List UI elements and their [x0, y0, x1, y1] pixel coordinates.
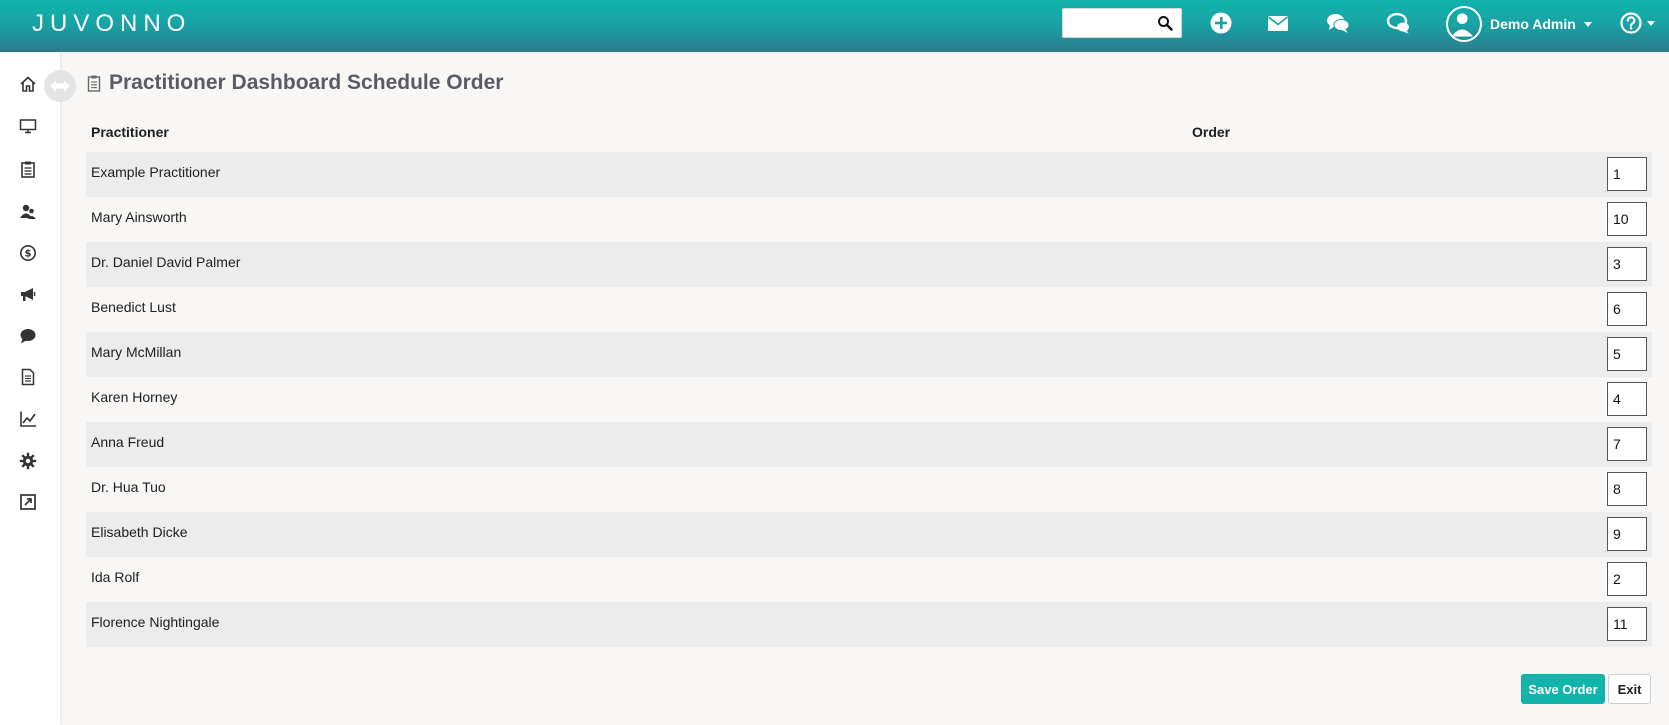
schedule-order-table: Practitioner Order Example Practitioner …	[86, 112, 1652, 647]
page-header: Practitioner Dashboard Schedule Order	[87, 68, 503, 98]
chat-icon[interactable]	[1325, 10, 1351, 36]
home-icon	[20, 76, 36, 92]
order-input[interactable]	[1607, 157, 1647, 191]
svg-text:$: $	[25, 249, 32, 260]
live-chat-icon[interactable]	[1385, 10, 1411, 36]
help-menu[interactable]	[1620, 10, 1655, 36]
clipboard-icon	[21, 161, 35, 178]
users-icon	[20, 204, 36, 219]
chevron-down-icon	[1583, 21, 1592, 27]
table-row: Karen Horney	[86, 377, 1652, 422]
order-input[interactable]	[1607, 472, 1647, 506]
practitioner-name: Anna Freud	[91, 434, 165, 450]
practitioner-name: Mary McMillan	[91, 344, 182, 360]
table-row: Example Practitioner	[86, 152, 1652, 197]
sidebar-item-marketing[interactable]	[17, 283, 39, 305]
sidebar-item-home[interactable]	[17, 73, 39, 95]
user-name: Demo Admin	[1490, 16, 1576, 32]
clipboard-icon	[87, 75, 101, 92]
save-order-button[interactable]: Save Order	[1521, 674, 1605, 704]
sidebar-item-documents[interactable]	[17, 366, 39, 388]
column-header-order: Order	[1192, 124, 1231, 140]
speech-bubble-icon	[20, 329, 36, 344]
external-link-icon	[20, 494, 36, 510]
order-input[interactable]	[1607, 382, 1647, 416]
user-menu[interactable]: Demo Admin	[1446, 5, 1592, 43]
sidebar-item-billing[interactable]: $	[17, 242, 39, 264]
sidebar-item-users[interactable]	[17, 200, 39, 222]
exit-button[interactable]: Exit	[1608, 674, 1651, 704]
dollar-icon: $	[20, 245, 36, 261]
practitioner-name: Karen Horney	[91, 389, 178, 405]
order-input[interactable]	[1607, 517, 1647, 551]
order-input[interactable]	[1607, 247, 1647, 281]
search-box	[1062, 8, 1182, 38]
table-row: Dr. Daniel David Palmer	[86, 242, 1652, 287]
table-row: Benedict Lust	[86, 287, 1652, 332]
table-row: Ida Rolf	[86, 557, 1652, 602]
practitioner-name: Dr. Daniel David Palmer	[91, 254, 241, 270]
chevron-down-icon	[1647, 20, 1655, 26]
practitioner-name: Dr. Hua Tuo	[91, 479, 166, 495]
table-row: Elisabeth Dicke	[86, 512, 1652, 557]
order-input[interactable]	[1607, 337, 1647, 371]
table-row: Florence Nightingale	[86, 602, 1652, 647]
table-header: Practitioner Order	[86, 112, 1652, 152]
sidebar-item-reports[interactable]	[17, 408, 39, 430]
gear-icon	[19, 452, 37, 470]
top-navigation-bar: JUVONNO Demo Admin	[0, 0, 1669, 52]
user-avatar-icon	[1446, 6, 1482, 42]
sidebar-item-monitor[interactable]	[17, 115, 39, 137]
table-row: Mary Ainsworth	[86, 197, 1652, 242]
sidebar-item-external[interactable]	[17, 491, 39, 513]
search-input[interactable]	[1069, 9, 1157, 37]
order-input[interactable]	[1607, 202, 1647, 236]
table-row: Mary McMillan	[86, 332, 1652, 377]
megaphone-icon	[21, 288, 36, 301]
sidebar-item-settings[interactable]	[17, 450, 39, 472]
table-body: Example Practitioner Mary Ainsworth Dr. …	[86, 152, 1652, 647]
document-icon	[21, 368, 35, 386]
page-title: Practitioner Dashboard Schedule Order	[109, 71, 504, 94]
monitor-icon	[19, 119, 37, 134]
practitioner-name: Florence Nightingale	[91, 614, 220, 630]
help-icon	[1620, 12, 1642, 34]
search-icon[interactable]	[1157, 15, 1173, 31]
double-arrow-icon	[50, 80, 70, 92]
table-row: Anna Freud	[86, 422, 1652, 467]
plus-circle-icon[interactable]	[1208, 10, 1234, 36]
practitioner-name: Example Practitioner	[91, 164, 221, 180]
practitioner-name: Benedict Lust	[91, 299, 176, 315]
practitioner-name: Elisabeth Dicke	[91, 524, 188, 540]
order-input[interactable]	[1607, 607, 1647, 641]
sidebar-collapse-toggle[interactable]	[44, 70, 76, 102]
chart-icon	[20, 411, 36, 427]
juvonno-logo[interactable]: JUVONNO	[32, 6, 191, 42]
order-input[interactable]	[1607, 562, 1647, 596]
practitioner-name: Ida Rolf	[91, 569, 140, 585]
sidebar-item-clipboard[interactable]	[17, 158, 39, 180]
envelope-icon[interactable]	[1265, 10, 1291, 36]
order-input[interactable]	[1607, 427, 1647, 461]
practitioner-name: Mary Ainsworth	[91, 209, 187, 225]
column-header-practitioner: Practitioner	[91, 124, 169, 140]
sidebar-item-messages[interactable]	[17, 325, 39, 347]
sidebar: $	[0, 52, 60, 725]
table-row: Dr. Hua Tuo	[86, 467, 1652, 512]
order-input[interactable]	[1607, 292, 1647, 326]
